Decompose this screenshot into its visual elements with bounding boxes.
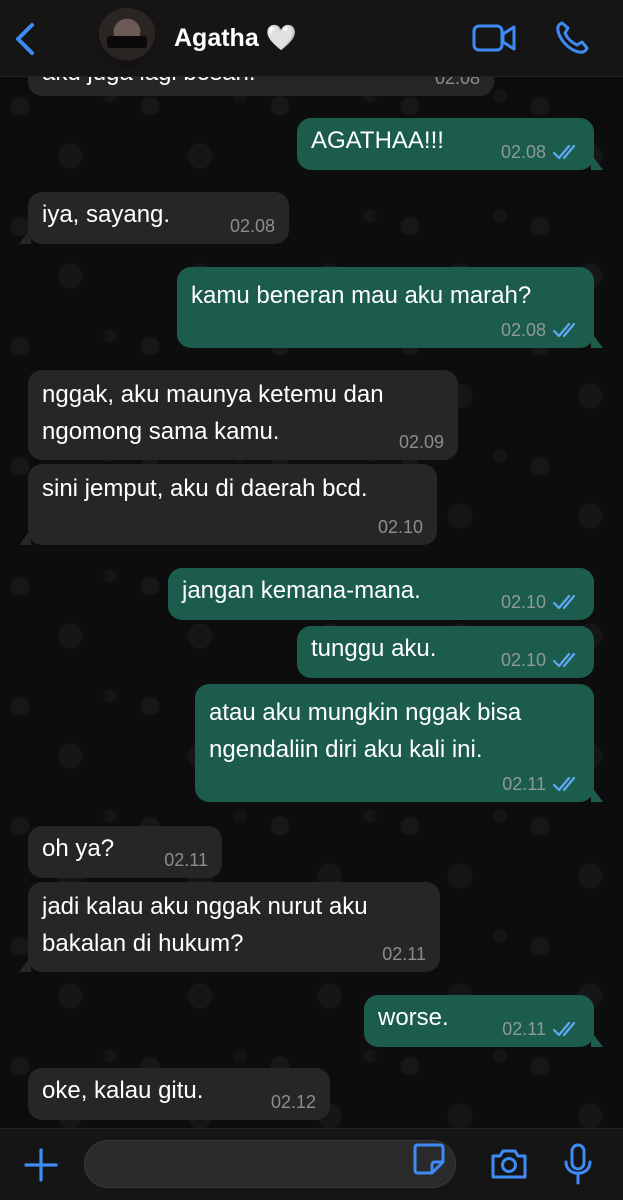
message-time: 02.11 <box>502 1019 546 1039</box>
message-bubble-incoming[interactable]: sini jemput, aku di daerah bcd. 02.10 <box>19 464 437 545</box>
contact-name[interactable]: Agatha 🤍 <box>174 24 297 53</box>
message-time: 02.08 <box>500 142 546 162</box>
bubble-tail <box>591 786 603 802</box>
bubble-tail <box>591 332 603 348</box>
phone-icon[interactable] <box>554 20 590 56</box>
avatar[interactable] <box>97 8 157 68</box>
message-time: 02.12 <box>270 1092 316 1112</box>
video-camera-icon[interactable] <box>472 22 516 54</box>
message-text: worse. <box>378 1004 449 1031</box>
message-text: kamu beneran mau aku marah? <box>191 282 532 309</box>
compose-bar <box>0 1128 623 1200</box>
message-text: sini jemput, aku di daerah bcd. <box>42 475 368 502</box>
camera-icon[interactable] <box>489 1146 529 1182</box>
message-time: 02.08 <box>434 76 480 88</box>
message-time: 02.09 <box>398 432 444 452</box>
microphone-icon[interactable] <box>562 1142 594 1186</box>
message-time: 02.10 <box>500 592 546 612</box>
message-text: jadi kalau aku nggak nurut aku bakalan d… <box>42 893 368 957</box>
message-time: 02.10 <box>500 650 546 670</box>
message-bubble-outgoing[interactable]: kamu beneran mau aku marah? 02.08 <box>177 267 603 348</box>
message-list[interactable]: aku juga lagi bosan. 02.08 AGATHAA!!! 02… <box>0 76 623 1128</box>
chat-header: Agatha 🤍 <box>0 0 623 77</box>
double-check-icon <box>552 144 576 160</box>
message-bubble-outgoing[interactable]: worse. 02.11 <box>364 995 603 1047</box>
bubble-tail <box>19 529 31 545</box>
message-bubble-incoming[interactable]: iya, sayang. 02.08 <box>19 192 289 244</box>
message-bubble-outgoing[interactable]: AGATHAA!!! 02.08 <box>297 118 603 170</box>
message-bubble-incoming[interactable]: oke, kalau gitu. 02.12 <box>28 1068 330 1120</box>
sticker-icon[interactable] <box>412 1142 446 1176</box>
message-bubble-outgoing[interactable]: jangan kemana-mana. 02.10 <box>168 568 594 620</box>
message-text: aku juga lagi bosan. <box>42 76 480 91</box>
double-check-icon <box>552 776 576 792</box>
message-time: 02.10 <box>377 517 423 537</box>
bubble-tail <box>591 1031 603 1047</box>
message-text: nggak, aku maunya ketemu dan ngomong sam… <box>42 381 384 445</box>
message-time: 02.11 <box>382 944 426 964</box>
double-check-icon <box>552 322 576 338</box>
message-time: 02.08 <box>229 216 275 236</box>
message-input[interactable] <box>84 1140 456 1188</box>
bubble-tail <box>19 956 31 972</box>
message-time: 02.11 <box>164 850 208 870</box>
double-check-icon <box>552 1021 576 1037</box>
message-bubble-incoming[interactable]: jadi kalau aku nggak nurut aku bakalan d… <box>19 882 440 972</box>
double-check-icon <box>552 652 576 668</box>
bubble-tail <box>19 228 31 244</box>
message-bubble-incoming[interactable]: nggak, aku maunya ketemu dan ngomong sam… <box>28 370 458 460</box>
bubble-tail <box>591 154 603 170</box>
message-time: 02.08 <box>500 320 546 340</box>
message-bubble-outgoing[interactable]: atau aku mungkin nggak bisa ngendaliin d… <box>195 684 603 802</box>
message-bubble-incoming[interactable]: oh ya? 02.11 <box>28 826 222 878</box>
plus-icon[interactable] <box>22 1146 60 1184</box>
double-check-icon <box>552 594 576 610</box>
message-text: atau aku mungkin nggak bisa ngendaliin d… <box>209 699 522 763</box>
message-bubble-outgoing[interactable]: tunggu aku. 02.10 <box>297 626 594 678</box>
message-time: 02.11 <box>502 774 546 794</box>
message-bubble-incoming[interactable]: aku juga lagi bosan. 02.08 <box>28 76 494 96</box>
chevron-left-icon[interactable] <box>10 22 40 56</box>
